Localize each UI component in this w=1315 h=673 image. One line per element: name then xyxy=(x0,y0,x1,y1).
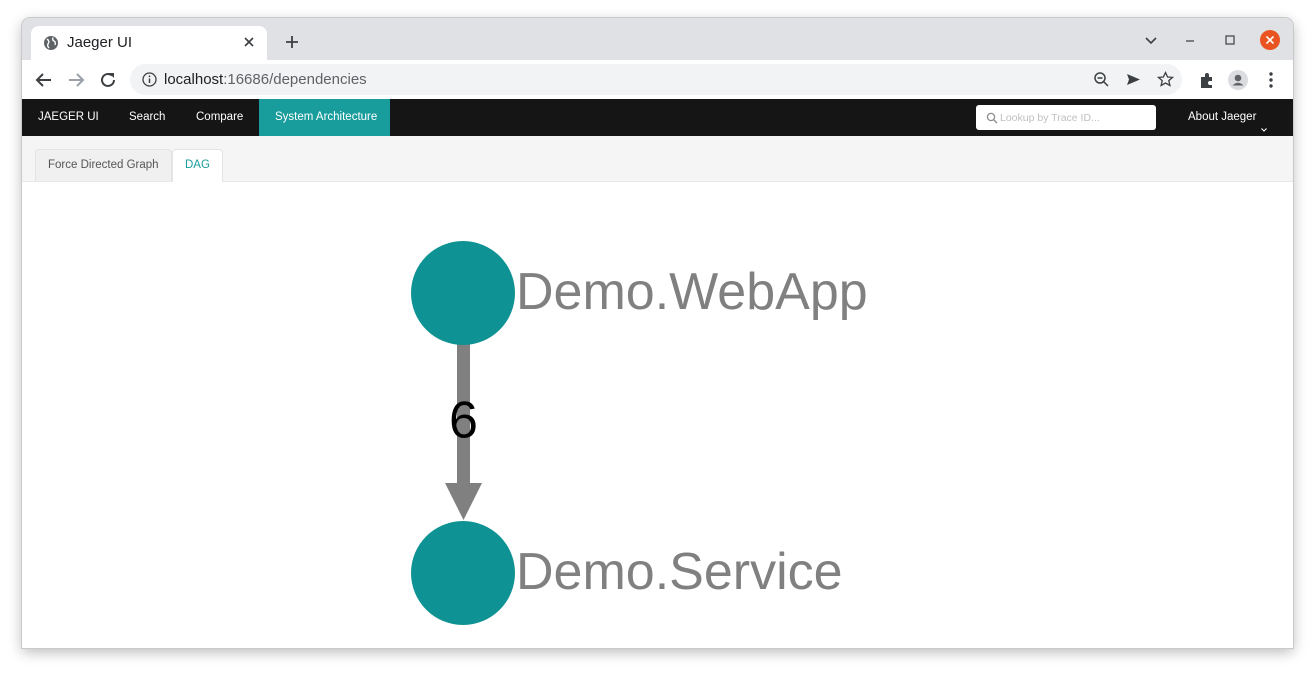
browser-tab[interactable]: Jaeger UI xyxy=(31,26,267,60)
new-tab-icon[interactable] xyxy=(284,34,300,50)
node-label: Demo.Service xyxy=(516,543,843,601)
node-circle xyxy=(411,521,515,625)
send-icon[interactable] xyxy=(1125,71,1142,88)
view-tabs-bar: Force Directed Graph DAG xyxy=(22,136,1293,182)
tab-force-directed-graph[interactable]: Force Directed Graph xyxy=(35,149,172,181)
dag-graph: 6 Demo.WebApp Demo.Service xyxy=(22,181,1293,648)
tab-dag[interactable]: DAG xyxy=(172,149,223,182)
close-tab-icon[interactable] xyxy=(241,34,257,50)
dag-node-service[interactable]: Demo.Service xyxy=(411,521,843,625)
maximize-icon[interactable] xyxy=(1220,30,1240,50)
nav-search[interactable]: Search xyxy=(113,99,181,136)
edge-arrowhead xyxy=(445,483,482,520)
browser-toolbar: localhost:16686/dependencies xyxy=(22,60,1293,100)
url-path: :16686/dependencies xyxy=(223,71,367,88)
extensions-puzzle-icon[interactable] xyxy=(1197,70,1217,90)
tab-strip: Jaeger UI xyxy=(22,18,1293,60)
chevron-down-icon xyxy=(1260,113,1268,132)
browser-window: Jaeger UI localhost:16686/dependencies J… xyxy=(22,18,1293,648)
forward-arrow-icon[interactable] xyxy=(65,69,87,91)
brand-link[interactable]: JAEGER UI xyxy=(22,99,115,136)
search-icon xyxy=(986,111,998,124)
edge-call-count: 6 xyxy=(449,392,478,450)
url-text: localhost:16686/dependencies xyxy=(164,71,367,88)
tab-search-chevron-icon[interactable] xyxy=(1141,30,1161,50)
profile-avatar-icon[interactable] xyxy=(1228,70,1248,90)
about-jaeger-label: About Jaeger xyxy=(1188,111,1257,123)
bookmark-star-icon[interactable] xyxy=(1156,70,1175,88)
url-host: localhost xyxy=(164,71,224,88)
dag-node-webapp[interactable]: Demo.WebApp xyxy=(411,241,868,345)
nav-compare[interactable]: Compare xyxy=(180,99,259,136)
address-bar[interactable]: localhost:16686/dependencies xyxy=(130,64,1182,95)
dag-edge[interactable]: 6 xyxy=(445,324,482,520)
back-arrow-icon[interactable] xyxy=(33,69,55,91)
zoom-out-icon[interactable] xyxy=(1093,71,1110,88)
tab-title: Jaeger UI xyxy=(67,34,133,51)
trace-id-lookup[interactable] xyxy=(976,105,1156,130)
nav-system-architecture[interactable]: System Architecture xyxy=(259,99,390,136)
about-jaeger-menu[interactable]: About Jaeger xyxy=(1188,99,1268,136)
reload-icon[interactable] xyxy=(97,69,119,91)
node-label: Demo.WebApp xyxy=(516,263,868,321)
globe-icon xyxy=(43,35,59,51)
minimize-icon[interactable] xyxy=(1180,30,1200,50)
kebab-menu-icon[interactable] xyxy=(1261,70,1281,90)
node-circle xyxy=(411,241,515,345)
trace-id-input[interactable] xyxy=(1000,105,1150,130)
info-icon[interactable] xyxy=(142,72,157,87)
jaeger-top-nav: JAEGER UI Search Compare System Architec… xyxy=(22,99,1293,136)
close-window-icon[interactable] xyxy=(1260,30,1280,50)
